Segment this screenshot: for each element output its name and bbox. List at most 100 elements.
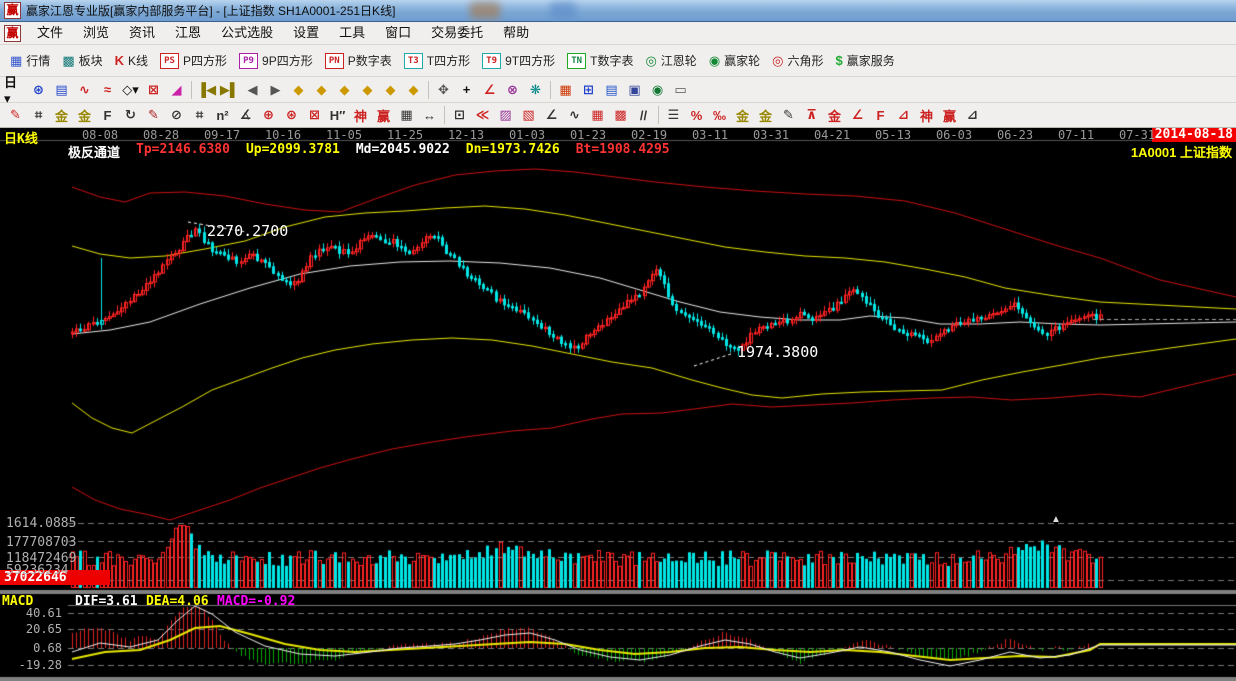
nav-gann-grid[interactable]: ⊠: [142, 79, 165, 100]
draw-wave-tool[interactable]: ∿: [563, 105, 586, 126]
draw-gann-ruler[interactable]: ⌗: [27, 105, 50, 126]
nav-period-day-dropdown[interactable]: 日 ▾: [4, 79, 27, 100]
draw-fibonacci[interactable]: F: [96, 105, 119, 126]
draw-gold-ratio-2[interactable]: 金: [73, 105, 96, 126]
draw-hatch-box-2[interactable]: ▧: [517, 105, 540, 126]
draw-price-grid[interactable]: ▦: [586, 105, 609, 126]
nav-next-bar[interactable]: ▶: [264, 79, 287, 100]
nav-angle-tool[interactable]: ∠: [478, 79, 501, 100]
draw-time-grid[interactable]: ▩: [609, 105, 632, 126]
draw-spiral[interactable]: ↻: [119, 105, 142, 126]
draw-h-marker[interactable]: Η″: [326, 105, 349, 126]
draw-permille-tool[interactable]: ‰: [708, 105, 731, 126]
menu-item-2[interactable]: 资讯: [119, 22, 165, 44]
fan-lines-icon: ≪: [476, 107, 490, 123]
draw-win-angle[interactable]: 赢: [938, 105, 961, 126]
nav-network[interactable]: ◉: [646, 79, 669, 100]
gold-line-1-icon: 金: [736, 106, 749, 125]
menu-item-1[interactable]: 浏览: [73, 22, 119, 44]
draw-red-angle[interactable]: ∠: [846, 105, 869, 126]
toolbar-button-P四方形[interactable]: PSP四方形: [154, 50, 233, 71]
draw-pencil[interactable]: ✎: [4, 105, 27, 126]
nav-diamond-shrink[interactable]: ◆: [356, 79, 379, 100]
toolbar-button-六角形[interactable]: ◎六角形: [766, 50, 829, 71]
nav-diamond-zoom-out[interactable]: ◆: [402, 79, 425, 100]
nav-kline-9[interactable]: ≈: [96, 79, 119, 100]
nav-hand-tool[interactable]: ✥: [432, 79, 455, 100]
draw-list-tool[interactable]: ☰: [662, 105, 685, 126]
nav-notes[interactable]: ▤: [600, 79, 623, 100]
menu-item-6[interactable]: 工具: [329, 22, 375, 44]
draw-gann-box[interactable]: ⊠: [303, 105, 326, 126]
menu-item-5[interactable]: 设置: [283, 22, 329, 44]
nav-flag-chart[interactable]: ◢: [165, 79, 188, 100]
toolbar-button-9T四方形[interactable]: T99T四方形: [476, 50, 561, 71]
draw-fib-angle[interactable]: F: [869, 105, 892, 126]
draw-press-line[interactable]: ⊼: [800, 105, 823, 126]
menu-item-8[interactable]: 交易委托: [421, 22, 493, 44]
draw-gold-line-1[interactable]: 金: [731, 105, 754, 126]
draw-grid-123[interactable]: ▦: [395, 105, 418, 126]
toolbar-button-行情[interactable]: ▦行情: [4, 50, 56, 71]
nav-calendar[interactable]: ▦: [554, 79, 577, 100]
menu-item-9[interactable]: 帮助: [493, 22, 539, 44]
draw-triangle-tool[interactable]: ⊿: [892, 105, 915, 126]
draw-square-of-nine[interactable]: n²: [211, 105, 234, 126]
nav-save[interactable]: ▣: [623, 79, 646, 100]
nav-prev-bar[interactable]: ◀: [241, 79, 264, 100]
nav-last-bar[interactable]: ▶▌: [218, 79, 241, 100]
toolbar-button-赢家轮[interactable]: ◉赢家轮: [703, 50, 766, 71]
nav-report[interactable]: ▤: [50, 79, 73, 100]
nav-kline-3[interactable]: ∿: [73, 79, 96, 100]
draw-draw-pen[interactable]: ✎: [777, 105, 800, 126]
nav-candle-style-dropdown[interactable]: ◇▾: [119, 79, 142, 100]
draw-win-tool[interactable]: 赢: [372, 105, 395, 126]
nav-crosshair-tool[interactable]: +: [455, 79, 478, 100]
draw-delta-tool[interactable]: ⊿: [961, 105, 984, 126]
draw-angle-line[interactable]: ∡: [234, 105, 257, 126]
draw-cycle-circle[interactable]: ⊘: [165, 105, 188, 126]
toolbar-button-label: P数字表: [348, 52, 392, 69]
draw-shen-tool[interactable]: 神: [349, 105, 372, 126]
nav-measure-tool[interactable]: ⊗: [501, 79, 524, 100]
menu-item-3[interactable]: 江恩: [165, 22, 211, 44]
nav-first-bar[interactable]: ▐◀: [195, 79, 218, 100]
draw-gold-angle[interactable]: 金: [823, 105, 846, 126]
draw-fan-lines[interactable]: ≪: [471, 105, 494, 126]
nav-calculator[interactable]: ⊞: [577, 79, 600, 100]
draw-parallel-lines[interactable]: //: [632, 105, 655, 126]
toolbar-button-P数字表[interactable]: PNP数字表: [319, 50, 398, 71]
nav-print[interactable]: ▭: [669, 79, 692, 100]
nav-diamond-expand[interactable]: ◆: [333, 79, 356, 100]
toolbar-button-江恩轮[interactable]: ◎江恩轮: [639, 50, 702, 71]
toolbar-button-T四方形[interactable]: T3T四方形: [398, 50, 476, 71]
nav-diamond-right[interactable]: ◆: [310, 79, 333, 100]
draw-trend-angle[interactable]: ∠: [540, 105, 563, 126]
toolbar-button-9P四方形[interactable]: P99P四方形: [233, 50, 319, 71]
draw-gann-web[interactable]: ⊛: [280, 105, 303, 126]
toolbar-button-板块[interactable]: ▩板块: [56, 50, 108, 71]
draw-marker-pen[interactable]: ✎: [142, 105, 165, 126]
K线-icon: K: [115, 53, 124, 68]
nav-analysis-tool[interactable]: ❋: [524, 79, 547, 100]
draw-hatch-box[interactable]: ▨: [494, 105, 517, 126]
draw-percent-tool[interactable]: %: [685, 105, 708, 126]
menu-item-7[interactable]: 窗口: [375, 22, 421, 44]
draw-gold-ratio-1[interactable]: 金: [50, 105, 73, 126]
nav-gann-knot[interactable]: ⊛: [27, 79, 50, 100]
toolbar-button-K线[interactable]: KK线: [109, 50, 154, 71]
toolbar-button-赢家服务[interactable]: $赢家服务: [830, 50, 901, 71]
draw-time-ruler[interactable]: ⌗: [188, 105, 211, 126]
h-span-icon: ↔: [423, 108, 436, 123]
draw-gann-circle[interactable]: ⊕: [257, 105, 280, 126]
menu-item-0[interactable]: 文件: [27, 22, 73, 44]
draw-shen-angle[interactable]: 神: [915, 105, 938, 126]
draw-gold-line-2[interactable]: 金: [754, 105, 777, 126]
nav-diamond-left[interactable]: ◆: [287, 79, 310, 100]
menu-item-4[interactable]: 公式选股: [211, 22, 283, 44]
nav-diamond-zoom-in[interactable]: ◆: [379, 79, 402, 100]
draw-h-span[interactable]: ↔: [418, 105, 441, 126]
draw-box-tool[interactable]: ⊡: [448, 105, 471, 126]
toolbar-separator: [191, 81, 192, 99]
toolbar-button-T数字表[interactable]: TNT数字表: [561, 50, 639, 71]
